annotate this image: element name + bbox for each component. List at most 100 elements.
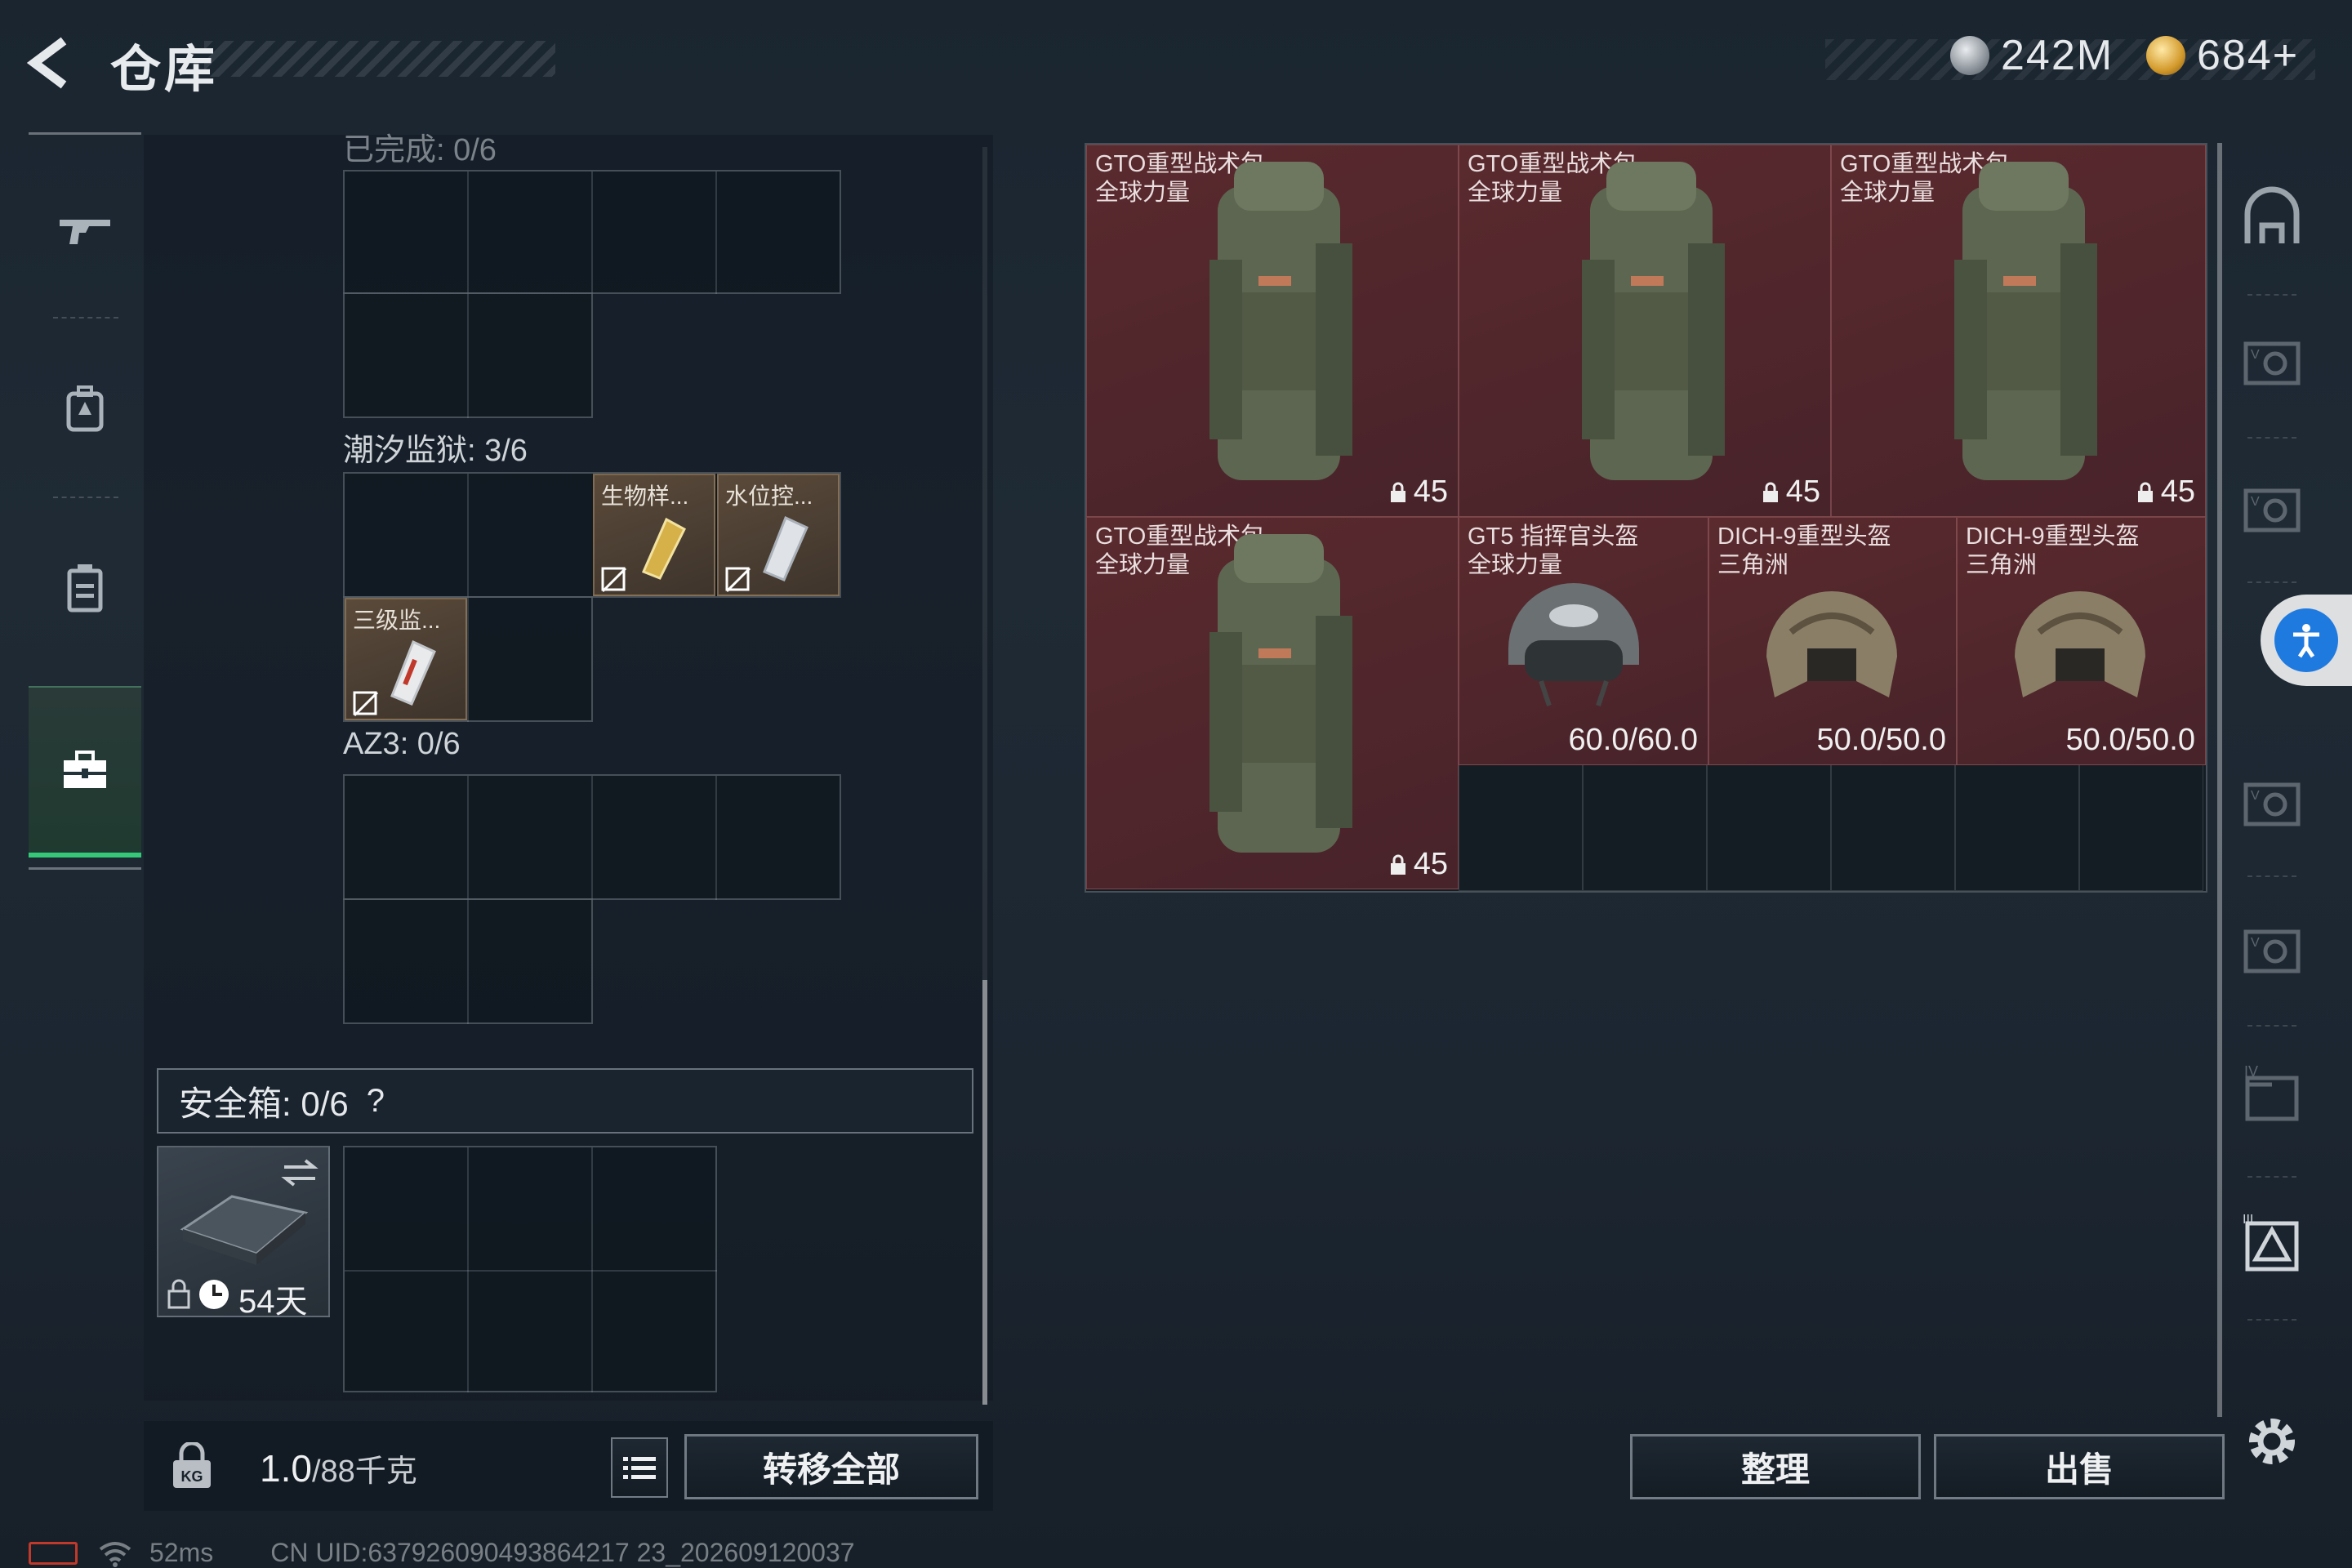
stash-home-icon[interactable] bbox=[2239, 186, 2305, 252]
lock-icon bbox=[1390, 482, 1405, 502]
nav-item-stash[interactable] bbox=[29, 686, 141, 858]
loot-item[interactable]: 生物样... bbox=[593, 474, 715, 596]
stash-item-helmet[interactable]: GT5 指挥官头盔 全球力量 60.0/60.0 bbox=[1459, 517, 1708, 765]
section-label-tide-prison: 潮汐监狱: 3/6 bbox=[343, 434, 528, 468]
toolbox-icon bbox=[64, 751, 106, 788]
battery-icon bbox=[29, 1541, 78, 1565]
keycard-icon bbox=[763, 515, 808, 581]
safe-box-item[interactable]: 54天 bbox=[157, 1146, 330, 1320]
vest-icon bbox=[67, 564, 103, 612]
title-stripe bbox=[204, 41, 555, 77]
lock-icon bbox=[2137, 482, 2153, 502]
sample-icon bbox=[642, 517, 686, 580]
weight-readout: 1.0/88千克 bbox=[260, 1446, 417, 1490]
silver-currency[interactable]: 242M bbox=[1950, 31, 2114, 80]
backpack-icon bbox=[1582, 162, 1725, 480]
gold-amount: 684+ bbox=[2197, 32, 2300, 79]
item-value: 45 bbox=[1389, 474, 1448, 510]
nav-separator bbox=[53, 497, 118, 498]
gold-currency[interactable]: 684+ bbox=[2146, 31, 2299, 80]
panel-scroll-thumb[interactable] bbox=[982, 980, 987, 1405]
accessibility-icon[interactable] bbox=[2274, 608, 2338, 672]
svg-text:V: V bbox=[2251, 936, 2260, 950]
item-value: 45 bbox=[1762, 474, 1820, 510]
safe-box-label: 安全箱: 0/6 bbox=[179, 1084, 349, 1123]
user-uid: CN UID:637926090493864217 23_20260912003… bbox=[270, 1538, 855, 1567]
weight-lock-icon: KG bbox=[173, 1442, 211, 1488]
nav-item-vest[interactable] bbox=[29, 506, 141, 670]
lock-icon bbox=[1390, 854, 1405, 875]
stash-item-backpack[interactable]: GTO重型战术包 全球力量 45 bbox=[1831, 145, 2206, 517]
weight-value: 1.0 bbox=[260, 1447, 312, 1490]
nav-separator bbox=[53, 317, 118, 318]
stash-item-backpack[interactable]: GTO重型战术包 全球力量 45 bbox=[1086, 145, 1459, 517]
svg-text:V: V bbox=[2251, 789, 2260, 803]
lock-icon bbox=[167, 1279, 190, 1309]
stash-tab-icon[interactable]: V bbox=[2239, 331, 2305, 396]
helmet-icon bbox=[1508, 583, 1639, 706]
container-grid-az3[interactable] bbox=[343, 774, 841, 900]
item-name: 生物样... bbox=[601, 483, 689, 509]
container-grid-top[interactable] bbox=[343, 170, 841, 294]
wifi-icon bbox=[99, 1541, 131, 1567]
unsearched-icon bbox=[353, 691, 379, 717]
stash-tab-icon[interactable]: V bbox=[2239, 772, 2305, 837]
container-grid-top-lower[interactable] bbox=[343, 292, 593, 418]
rail-separator bbox=[2247, 875, 2296, 877]
stash-tab-icon[interactable]: III bbox=[2239, 1212, 2305, 1277]
loot-item[interactable]: 水位控... bbox=[717, 474, 840, 596]
weight-unit: /88千克 bbox=[311, 1454, 417, 1489]
backpack-icon bbox=[1209, 534, 1352, 853]
silver-coin-icon bbox=[1950, 36, 1989, 75]
ping-value: 52ms bbox=[149, 1538, 214, 1567]
safe-box-header: 安全箱: 0/6 ? bbox=[157, 1068, 973, 1134]
list-view-button[interactable] bbox=[611, 1437, 668, 1498]
gold-coin-icon bbox=[2146, 36, 2185, 75]
transfer-all-button[interactable]: 转移全部 bbox=[684, 1434, 978, 1499]
nav-item-weapons[interactable] bbox=[29, 147, 141, 310]
stash-item-backpack[interactable]: GTO重型战术包 全球力量 45 bbox=[1086, 517, 1459, 889]
stash-scrollbar[interactable] bbox=[2217, 143, 2222, 1417]
rail-separator bbox=[2247, 437, 2296, 439]
rail-separator bbox=[2247, 294, 2296, 296]
clock-icon bbox=[199, 1280, 229, 1309]
stash-tab-icon[interactable]: V bbox=[2239, 919, 2305, 984]
sell-button[interactable]: 出售 bbox=[1934, 1434, 2225, 1499]
stash-tab-icon[interactable]: IV bbox=[2239, 1062, 2305, 1127]
item-value: 45 bbox=[2136, 474, 2195, 510]
container-grid-az3-lower[interactable] bbox=[343, 898, 593, 1024]
rail-separator bbox=[2247, 1025, 2296, 1027]
backpack-icon bbox=[1954, 162, 2097, 480]
page-title: 仓库 bbox=[110, 42, 219, 98]
nav-item-backpack[interactable] bbox=[29, 327, 141, 490]
stash-tab-icon[interactable]: V bbox=[2239, 478, 2305, 543]
section-label-az3: AZ3: 0/6 bbox=[343, 727, 461, 761]
svg-text:V: V bbox=[2251, 348, 2260, 362]
safe-case-icon bbox=[180, 1195, 309, 1265]
stash-item-helmet[interactable]: DICH-9重型头盔 三角洲 50.0/50.0 bbox=[1957, 517, 2206, 765]
loot-item[interactable]: 三级监... bbox=[345, 598, 467, 720]
gear-icon[interactable] bbox=[2239, 1409, 2305, 1474]
rail-separator bbox=[2247, 1176, 2296, 1178]
back-icon[interactable] bbox=[24, 34, 82, 91]
nav-bottom-line bbox=[29, 867, 141, 870]
stash-item-backpack[interactable]: GTO重型战术包 全球力量 45 bbox=[1459, 145, 1831, 517]
silver-amount: 242M bbox=[2001, 32, 2114, 79]
safe-box-grid[interactable] bbox=[343, 1146, 717, 1392]
helmet-icon bbox=[1766, 591, 1897, 697]
help-icon[interactable]: ? bbox=[367, 1083, 385, 1120]
keycard-icon bbox=[390, 639, 436, 706]
stash-item-helmet[interactable]: DICH-9重型头盔 三角洲 50.0/50.0 bbox=[1708, 517, 1957, 765]
item-durability: 60.0/60.0 bbox=[1568, 723, 1698, 757]
item-name: 三级监... bbox=[353, 608, 441, 633]
list-icon bbox=[623, 1457, 656, 1479]
swap-icon[interactable] bbox=[281, 1157, 318, 1188]
svg-text:IV: IV bbox=[2244, 1063, 2258, 1080]
nav-top-line bbox=[29, 132, 141, 135]
svg-text:KG: KG bbox=[181, 1468, 203, 1485]
item-durability: 50.0/50.0 bbox=[1816, 723, 1946, 757]
sort-button[interactable]: 整理 bbox=[1630, 1434, 1921, 1499]
lock-icon bbox=[1762, 482, 1778, 502]
rail-separator bbox=[2247, 581, 2296, 583]
item-value: 45 bbox=[1389, 847, 1448, 882]
